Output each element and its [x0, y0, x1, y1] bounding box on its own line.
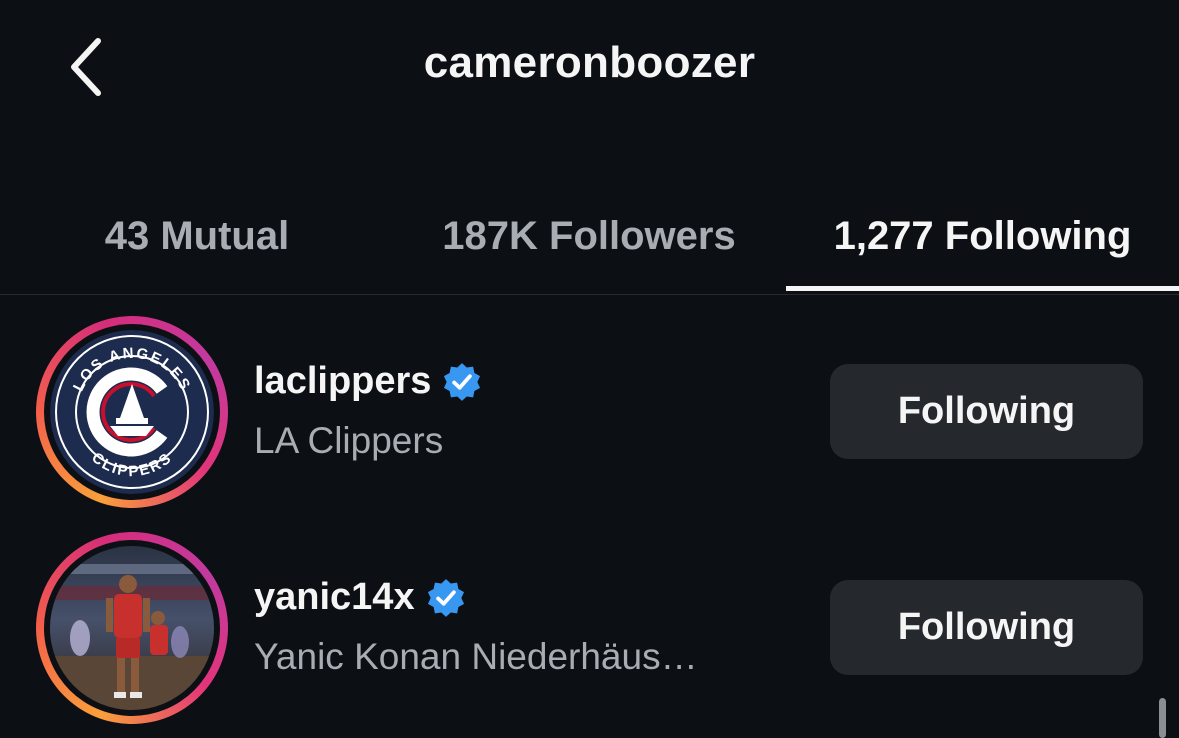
story-ring[interactable]: LOS ANGELES CLIPPERS [36, 316, 228, 508]
top-bar: cameronboozer [0, 0, 1179, 140]
following-button[interactable]: Following [830, 364, 1143, 459]
player-photo [50, 546, 214, 710]
tab-mutual[interactable]: 43 Mutual [56, 186, 338, 286]
verified-badge-icon [444, 362, 481, 401]
following-button[interactable]: Following [830, 580, 1143, 675]
list-item[interactable]: LOS ANGELES CLIPPERS laclippers LA Clipp [0, 312, 1179, 512]
clippers-logo: LOS ANGELES CLIPPERS [50, 330, 214, 494]
list-item[interactable]: yanic14x Yanic Konan Niederhäus… Followi… [0, 528, 1179, 728]
active-tab-indicator [786, 286, 1179, 291]
tab-followers[interactable]: 187K Followers [408, 186, 770, 286]
avatar: LOS ANGELES CLIPPERS [50, 330, 214, 494]
scrollbar[interactable] [1159, 698, 1166, 738]
username[interactable]: laclippers [254, 360, 431, 403]
username[interactable]: yanic14x [254, 576, 415, 619]
tab-following[interactable]: 1,277 Following [786, 186, 1179, 286]
story-ring[interactable] [36, 532, 228, 724]
avatar [50, 546, 214, 710]
full-name: Yanic Konan Niederhäus… [254, 636, 698, 677]
tab-bar: 43 Mutual 187K Followers 1,277 Following [0, 186, 1179, 295]
verified-badge-icon [427, 578, 464, 617]
page-title: cameronboozer [423, 38, 756, 87]
full-name: LA Clippers [254, 420, 444, 461]
